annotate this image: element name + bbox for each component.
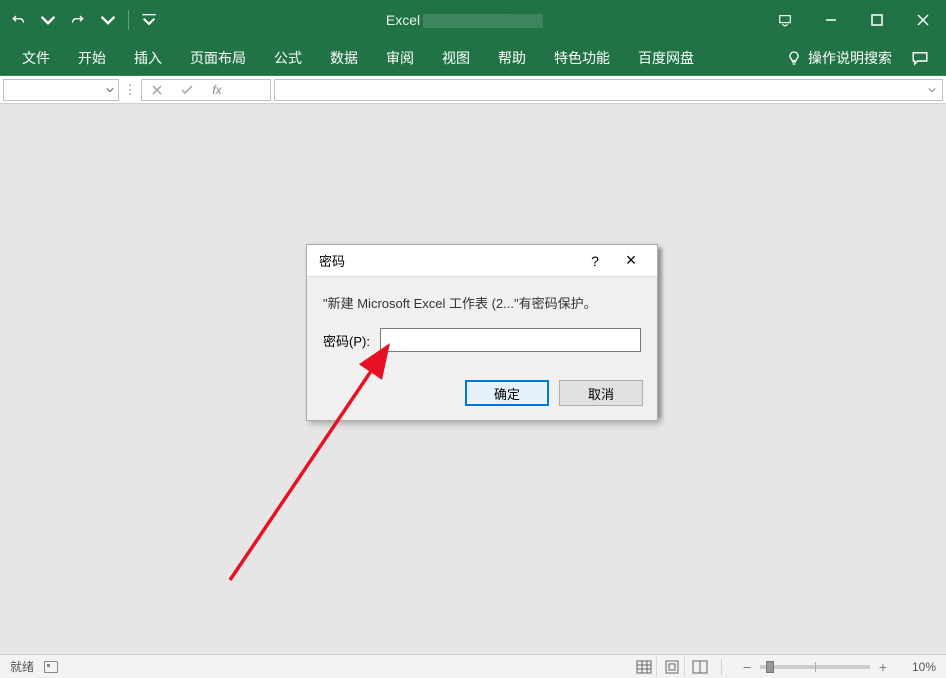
- dialog-close-button[interactable]: ×: [613, 245, 649, 277]
- redo-button[interactable]: [64, 5, 92, 35]
- close-icon: ×: [626, 250, 637, 271]
- password-input[interactable]: [380, 328, 641, 352]
- password-dialog: 密码 ? × "新建 Microsoft Excel 工作表 (2..."有密码…: [306, 244, 658, 421]
- enter-formula-button[interactable]: [172, 80, 202, 100]
- lightbulb-icon: [786, 50, 802, 66]
- cancel-formula-button[interactable]: [142, 80, 172, 100]
- close-button[interactable]: [900, 0, 946, 40]
- ok-button[interactable]: 确定: [465, 380, 549, 406]
- formula-buttons: fx: [141, 79, 271, 101]
- view-page-break-button[interactable]: [687, 657, 713, 677]
- slider-center-mark: [815, 662, 816, 672]
- tab-label: 特色功能: [554, 48, 610, 68]
- dialog-title-bar[interactable]: 密码 ? ×: [307, 245, 657, 277]
- tab-data[interactable]: 数据: [316, 40, 372, 76]
- zoom-slider[interactable]: [760, 665, 870, 669]
- title-text: Excel: [386, 12, 420, 28]
- page-icon: [664, 660, 680, 674]
- status-bar: 就绪 − + 10%: [0, 654, 946, 678]
- check-icon: [180, 84, 194, 96]
- macro-record-icon[interactable]: [44, 661, 58, 673]
- cancel-label: 取消: [588, 387, 614, 402]
- tab-formulas[interactable]: 公式: [260, 40, 316, 76]
- tab-insert[interactable]: 插入: [120, 40, 176, 76]
- expand-namebox[interactable]: ⋮: [122, 82, 138, 98]
- ribbon-options-button[interactable]: [762, 0, 808, 40]
- tab-label: 审阅: [386, 48, 414, 68]
- window-controls: [762, 0, 946, 40]
- redo-dropdown[interactable]: [94, 5, 122, 35]
- tab-special[interactable]: 特色功能: [540, 40, 624, 76]
- x-icon: [151, 84, 163, 96]
- tab-label: 插入: [134, 48, 162, 68]
- maximize-button[interactable]: [854, 0, 900, 40]
- formula-input[interactable]: [275, 80, 942, 100]
- password-label: 密码(P):: [323, 331, 370, 350]
- name-box-wrap: [0, 79, 122, 101]
- title-bar: Excel: [0, 0, 946, 40]
- grid-icon: [636, 660, 652, 674]
- status-left: 就绪: [10, 658, 58, 675]
- window-title: Excel: [167, 12, 762, 28]
- plus-icon: +: [879, 659, 887, 675]
- dialog-field-row: 密码(P):: [323, 328, 641, 352]
- tab-page-layout[interactable]: 页面布局: [176, 40, 260, 76]
- tab-label: 开始: [78, 48, 106, 68]
- minus-icon: −: [743, 659, 751, 675]
- status-ready: 就绪: [10, 658, 34, 675]
- formula-input-wrap: [274, 79, 943, 101]
- formula-bar: ⋮ fx: [0, 76, 946, 104]
- tell-me-search[interactable]: 操作说明搜索: [776, 48, 902, 68]
- tab-file[interactable]: 文件: [8, 40, 64, 76]
- ribbon-right: 操作说明搜索: [776, 48, 938, 68]
- undo-button[interactable]: [4, 5, 32, 35]
- zoom-controls: − + 10%: [740, 660, 936, 674]
- dialog-body: "新建 Microsoft Excel 工作表 (2..."有密码保护。 密码(…: [307, 277, 657, 380]
- view-normal-button[interactable]: [631, 657, 657, 677]
- tab-help[interactable]: 帮助: [484, 40, 540, 76]
- tab-label: 视图: [442, 48, 470, 68]
- qat-customize-dropdown[interactable]: [135, 5, 163, 35]
- tell-me-label: 操作说明搜索: [808, 48, 892, 68]
- tab-label: 页面布局: [190, 48, 246, 68]
- name-box[interactable]: [3, 79, 119, 101]
- tab-review[interactable]: 审阅: [372, 40, 428, 76]
- chevron-down-icon: [928, 86, 936, 94]
- ok-label: 确定: [494, 387, 520, 402]
- share-button[interactable]: [902, 49, 938, 67]
- qat-divider: [128, 10, 129, 30]
- minimize-button[interactable]: [808, 0, 854, 40]
- fx-label: fx: [212, 83, 221, 97]
- dialog-buttons: 确定 取消: [307, 380, 657, 420]
- tab-home[interactable]: 开始: [64, 40, 120, 76]
- zoom-in-button[interactable]: +: [876, 660, 890, 674]
- view-page-layout-button[interactable]: [659, 657, 685, 677]
- tab-label: 公式: [274, 48, 302, 68]
- status-right: − + 10%: [631, 657, 936, 677]
- tab-label: 帮助: [498, 48, 526, 68]
- dialog-help-button[interactable]: ?: [577, 245, 613, 277]
- dialog-title: 密码: [319, 251, 577, 270]
- tab-label: 数据: [330, 48, 358, 68]
- dialog-message: "新建 Microsoft Excel 工作表 (2..."有密码保护。: [323, 293, 641, 312]
- zoom-slider-thumb[interactable]: [766, 661, 774, 673]
- tab-view[interactable]: 视图: [428, 40, 484, 76]
- comment-icon: [911, 49, 929, 67]
- page-break-icon: [692, 660, 708, 674]
- cancel-button[interactable]: 取消: [559, 380, 643, 406]
- insert-function-button[interactable]: fx: [202, 80, 232, 100]
- undo-dropdown[interactable]: [34, 5, 62, 35]
- tab-label: 百度网盘: [638, 48, 694, 68]
- tab-label: 文件: [22, 48, 50, 68]
- help-icon: ?: [591, 253, 599, 269]
- title-redacted: [423, 14, 543, 28]
- zoom-out-button[interactable]: −: [740, 660, 754, 674]
- zoom-percent[interactable]: 10%: [900, 660, 936, 674]
- ribbon-tabs: 文件 开始 插入 页面布局 公式 数据 审阅 视图 帮助 特色功能 百度网盘 操…: [0, 40, 946, 76]
- quick-access-toolbar: [0, 5, 167, 35]
- tab-baidu[interactable]: 百度网盘: [624, 40, 708, 76]
